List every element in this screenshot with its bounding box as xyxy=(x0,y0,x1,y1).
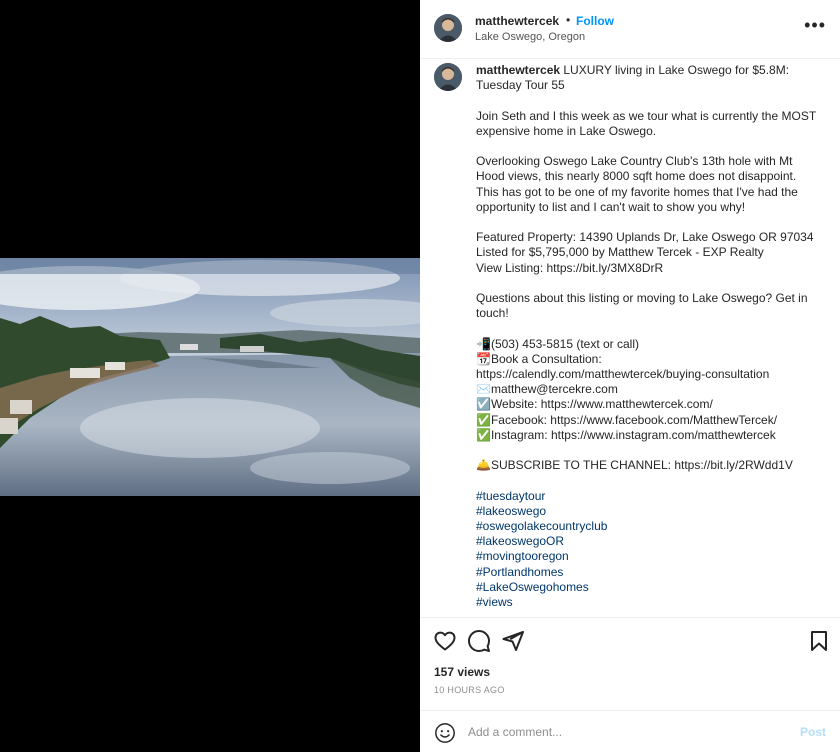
post-location[interactable]: Lake Oswego, Oregon xyxy=(475,31,585,43)
share-icon[interactable] xyxy=(501,629,525,653)
hashtag-link[interactable]: #oswegolakecountryclub xyxy=(476,519,826,534)
caption-text: Featured Property: 14390 Uplands Dr, Lak… xyxy=(476,230,814,245)
post-actions: 157 views 10 HOURS AGO xyxy=(420,617,840,707)
caption-text: expensive home in Lake Oswego. xyxy=(476,123,657,138)
caption-text: touch! xyxy=(476,306,509,321)
separator-dot: • xyxy=(566,13,571,27)
heart-icon[interactable] xyxy=(433,629,457,653)
caption-text: View Listing: https://bit.ly/3MX8DrR xyxy=(476,260,664,275)
caption-text: Listed for $5,795,000 by Matthew Tercek … xyxy=(476,245,764,260)
caption-text: Join Seth and I this week as we tour wha… xyxy=(476,108,817,123)
bookmark-icon[interactable] xyxy=(807,629,831,653)
comments-section: matthewtercek LUXURY living in Lake Oswe… xyxy=(420,60,840,616)
subscribe-line: 🛎️SUBSCRIBE TO THE CHANNEL: https://bit.… xyxy=(476,458,793,473)
hashtag-link[interactable]: #LakeOswegohomes xyxy=(476,580,826,595)
hashtag-link[interactable]: #lakeoswegoOR xyxy=(476,534,826,549)
contact-facebook: ✅Facebook: https://www.facebook.com/Matt… xyxy=(476,412,778,427)
caption-title: LUXURY living in Lake Oswego for $5.8M: xyxy=(560,63,790,77)
hashtag-link[interactable]: #lakeoswego xyxy=(476,504,826,519)
follow-button[interactable]: Follow xyxy=(576,14,614,28)
caption-text: Hood views, this nearly 8000 sqft home d… xyxy=(476,169,797,184)
contact-email: ✉️matthew@tercekre.com xyxy=(476,382,618,397)
author-avatar[interactable] xyxy=(434,14,462,42)
caption-title-line2: Tuesday Tour 55 xyxy=(476,78,565,93)
emoji-icon[interactable] xyxy=(434,722,456,744)
contact-consultation: 📆Book a Consultation: xyxy=(476,351,602,366)
post-video[interactable] xyxy=(0,258,420,496)
caption-avatar[interactable] xyxy=(434,63,462,91)
more-icon[interactable]: ••• xyxy=(804,16,826,34)
comment-icon[interactable] xyxy=(467,629,491,653)
lake-video-frame xyxy=(0,258,420,496)
hashtag-link[interactable]: #tuesdaytour xyxy=(476,489,826,504)
caption-text: opportunity to list and I can't wait to … xyxy=(476,199,746,214)
contact-calendly: https://calendly.com/matthewtercek/buyin… xyxy=(476,366,770,381)
post-side-panel: matthewtercek • Follow Lake Oswego, Oreg… xyxy=(420,0,840,752)
caption-text: This has got to be one of my favorite ho… xyxy=(476,184,798,199)
contact-instagram: ✅Instagram: https://www.instagram.com/ma… xyxy=(476,427,776,442)
comment-input[interactable] xyxy=(468,721,788,743)
hashtag-list: #tuesdaytour #lakeoswego #oswegolakecoun… xyxy=(476,489,826,611)
media-panel xyxy=(0,0,420,752)
hashtag-link[interactable]: #views xyxy=(476,595,826,610)
post-comment-button[interactable]: Post xyxy=(800,725,826,739)
post-header: matthewtercek • Follow Lake Oswego, Oreg… xyxy=(420,0,840,59)
hashtag-link[interactable]: #Portlandhomes xyxy=(476,565,826,580)
contact-website: ☑️Website: https://www.matthewtercek.com… xyxy=(476,397,713,412)
caption-username[interactable]: matthewtercek xyxy=(476,63,560,77)
post-caption: matthewtercek LUXURY living in Lake Oswe… xyxy=(476,63,826,610)
caption-text: Questions about this listing or moving t… xyxy=(476,290,808,305)
contact-phone: 📲(503) 453-5815 (text or call) xyxy=(476,336,640,351)
caption-text: Overlooking Oswego Lake Country Club's 1… xyxy=(476,154,793,169)
hashtag-link[interactable]: #movingtooregon xyxy=(476,549,826,564)
view-count[interactable]: 157 views xyxy=(434,665,490,679)
post-timestamp[interactable]: 10 HOURS AGO xyxy=(434,685,505,695)
add-comment-bar: Post xyxy=(420,710,840,752)
author-username[interactable]: matthewtercek xyxy=(475,14,559,28)
